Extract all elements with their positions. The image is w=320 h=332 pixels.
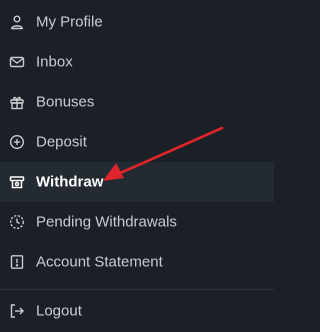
plus-circle-icon [9,134,25,150]
menu-item-label: Logout [36,302,82,320]
menu-divider [0,289,274,290]
account-menu: My Profile Inbox Bonuses Deposit Withdra… [0,0,274,332]
menu-item-label: Pending Withdrawals [36,213,177,231]
user-icon [9,14,25,30]
menu-item-withdraw[interactable]: Withdraw [0,162,274,202]
menu-item-deposit[interactable]: Deposit [0,122,274,162]
gift-icon [9,94,25,110]
withdraw-icon [9,174,25,190]
menu-item-label: Inbox [36,53,73,71]
pending-clock-icon [9,214,25,230]
menu-item-account-statement[interactable]: Account Statement [0,242,274,282]
menu-item-my-profile[interactable]: My Profile [0,2,274,42]
mail-icon [9,54,25,70]
logout-icon [9,303,25,319]
menu-item-inbox[interactable]: Inbox [0,42,274,82]
menu-item-label: My Profile [36,13,103,31]
statement-icon [9,254,25,270]
menu-item-label: Deposit [36,133,87,151]
menu-item-pending-withdrawals[interactable]: Pending Withdrawals [0,202,274,242]
menu-item-logout[interactable]: Logout [0,291,274,331]
menu-item-label: Bonuses [36,93,95,111]
menu-item-label: Withdraw [36,173,104,191]
menu-item-label: Account Statement [36,253,163,271]
menu-item-bonuses[interactable]: Bonuses [0,82,274,122]
